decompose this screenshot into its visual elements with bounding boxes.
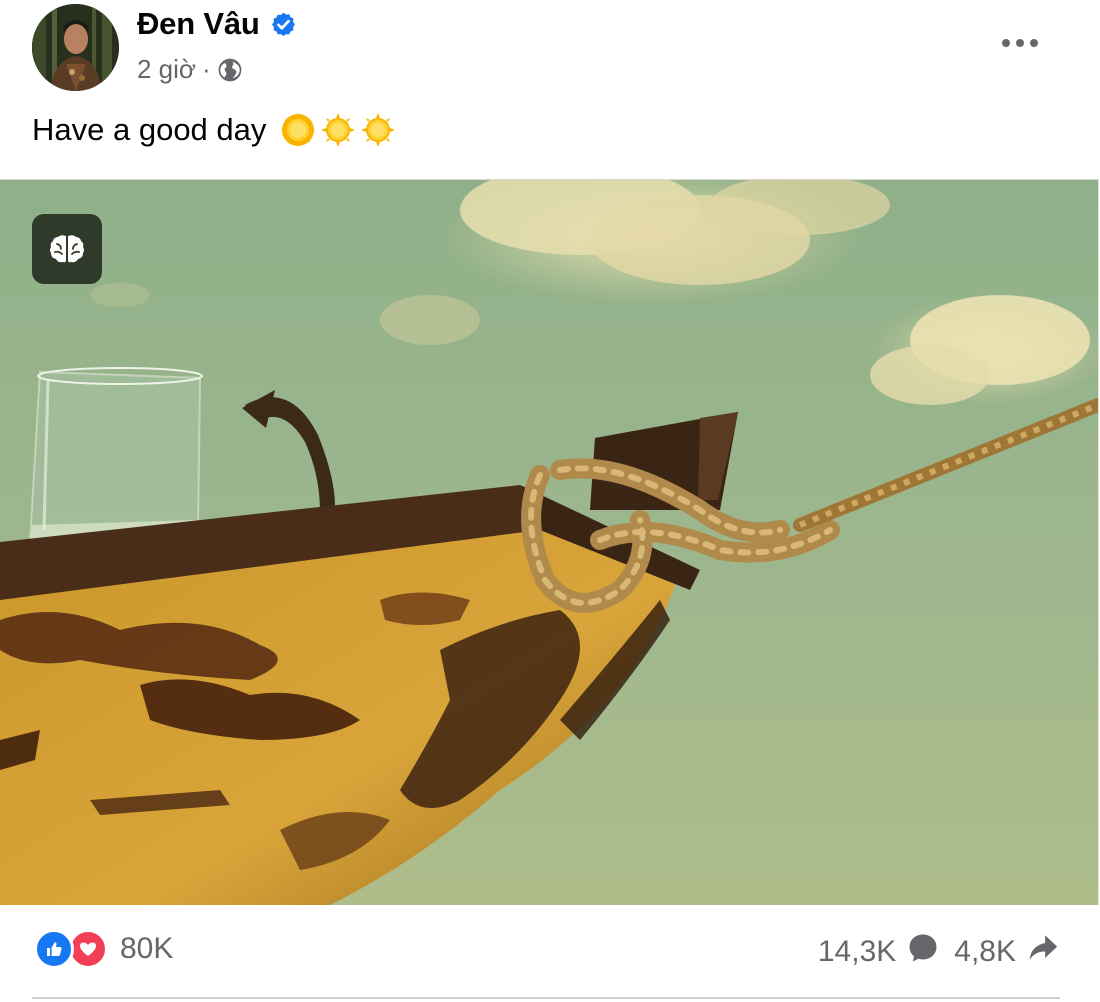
facebook-post: Đen Vâu 2 giờ · Have a good day 80K 14,3… <box>0 0 1100 1002</box>
post-footer: 80K 14,3K 4,8K <box>0 905 1100 1002</box>
more-dot <box>1002 39 1010 47</box>
comment-icon <box>906 931 940 973</box>
brain-icon <box>50 235 84 263</box>
love-icon <box>68 929 108 969</box>
author-name[interactable]: Đen Vâu <box>137 6 260 42</box>
reaction-count: 80K <box>120 932 174 965</box>
post-photo[interactable] <box>0 179 1099 905</box>
verified-badge-icon <box>270 11 297 38</box>
comment-count: 14,3K <box>817 935 897 968</box>
post-header: Đen Vâu 2 giờ · <box>0 0 1100 100</box>
author-avatar[interactable] <box>32 4 119 91</box>
globe-icon[interactable] <box>217 57 243 83</box>
meta-separator: · <box>201 54 211 84</box>
comments-link[interactable]: 14,3K <box>818 931 940 973</box>
shares-link[interactable]: 4,8K <box>954 931 1060 973</box>
share-count: 4,8K <box>954 935 1016 968</box>
sun-emoji-icon <box>280 112 316 148</box>
more-dot <box>1030 39 1038 47</box>
reaction-summary[interactable]: 80K <box>34 929 173 969</box>
avatar-image <box>32 4 119 91</box>
post-meta: 2 giờ · <box>137 54 243 85</box>
brain-icon-button[interactable] <box>32 214 102 284</box>
like-icon <box>34 929 74 969</box>
footer-divider <box>32 997 1060 999</box>
share-icon <box>1026 931 1060 973</box>
post-caption: Have a good day <box>32 112 396 148</box>
sun-emoji-icon <box>360 112 396 148</box>
caption-text: Have a good day <box>32 112 267 147</box>
more-options-button[interactable] <box>990 26 1050 60</box>
post-time[interactable]: 2 giờ <box>137 54 196 85</box>
boat-photo-image <box>0 180 1098 905</box>
sun-emoji-icon <box>320 112 356 148</box>
author-line: Đen Vâu <box>137 6 297 42</box>
more-dot <box>1016 39 1024 47</box>
engagement-stats: 14,3K 4,8K <box>818 931 1060 973</box>
